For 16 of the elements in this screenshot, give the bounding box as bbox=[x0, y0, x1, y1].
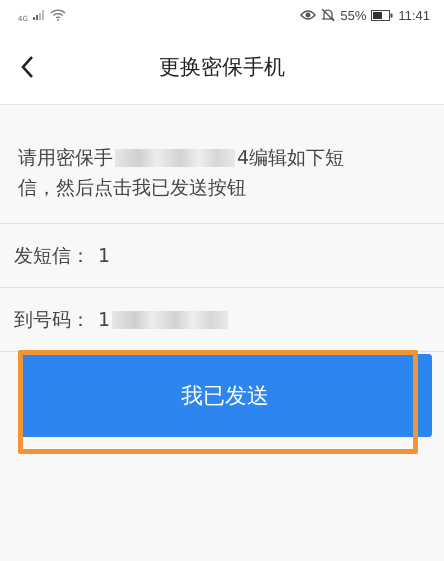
battery-percent: 55% bbox=[340, 8, 366, 22]
row-value: 1 bbox=[98, 244, 110, 266]
instruction-text: 请用密保手 bbox=[18, 146, 113, 171]
status-time: 11:41 bbox=[398, 8, 430, 22]
signal-icon bbox=[32, 10, 45, 20]
wifi-icon bbox=[50, 9, 66, 21]
row-label: 到号码： bbox=[14, 308, 90, 332]
row-label: 发短信： bbox=[14, 244, 90, 268]
muted-bell-icon bbox=[321, 8, 336, 22]
back-button[interactable] bbox=[20, 55, 34, 79]
eye-icon bbox=[300, 9, 316, 21]
instruction-text: 4编辑如下短 bbox=[237, 146, 344, 171]
page-title: 更换密保手机 bbox=[159, 54, 285, 81]
instruction-text: 信，然后点击我已发送按钮 bbox=[18, 177, 246, 199]
battery-icon bbox=[371, 10, 394, 20]
row-value: 1 bbox=[98, 308, 110, 330]
